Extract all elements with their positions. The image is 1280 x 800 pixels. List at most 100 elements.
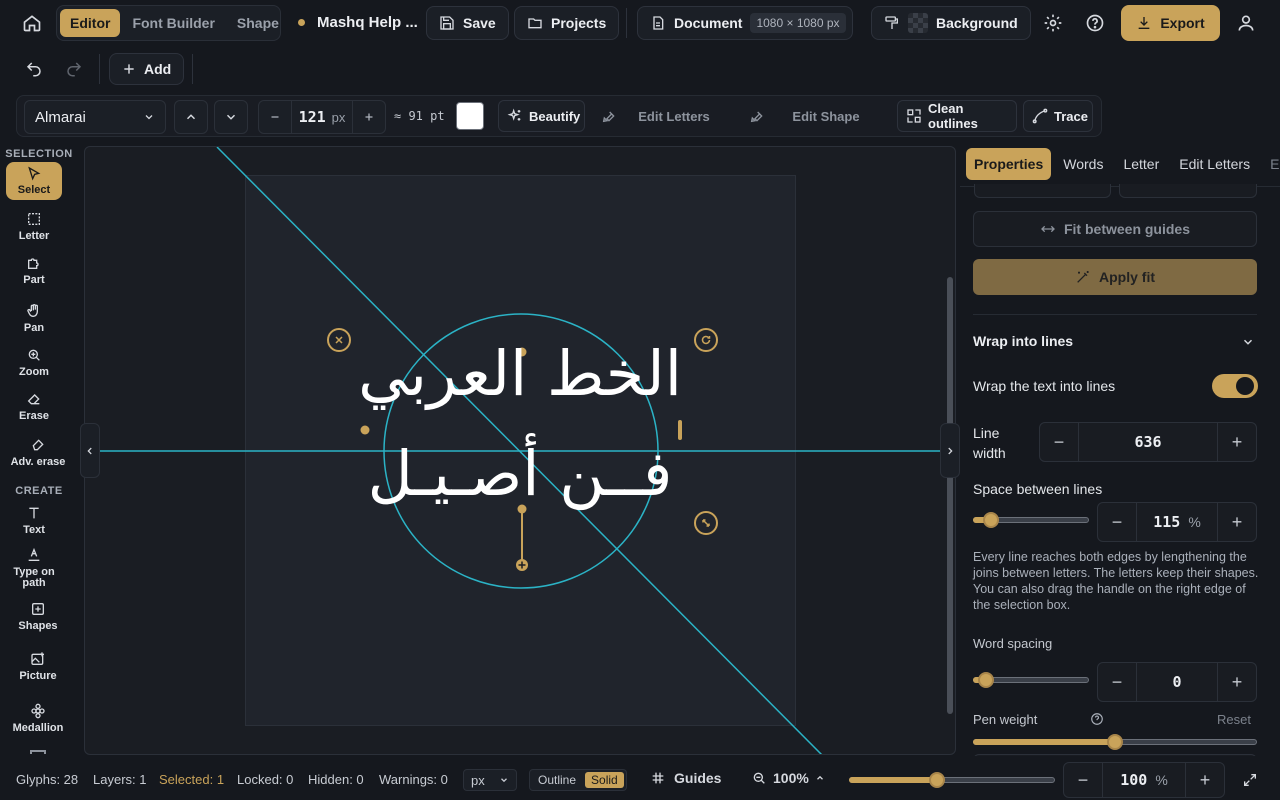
solid-option[interactable]: Solid — [585, 772, 624, 788]
zoom-field[interactable]: 100 % — [1102, 763, 1186, 797]
redo-icon[interactable] — [65, 60, 83, 78]
delete-selection-icon[interactable] — [327, 328, 351, 352]
tab-letter[interactable]: Letter — [1115, 148, 1167, 180]
text-color-swatch[interactable] — [456, 102, 484, 130]
plus-icon[interactable]: + — [1218, 423, 1256, 461]
document-icon — [650, 15, 666, 31]
chevron-down-icon[interactable] — [214, 100, 248, 134]
tab-edit[interactable]: Edit — [1262, 148, 1280, 180]
word-spacing-value[interactable]: 0 — [1136, 663, 1218, 701]
chevron-down-icon[interactable] — [1241, 335, 1255, 349]
add-button[interactable]: Add — [109, 53, 185, 85]
undo-icon[interactable] — [25, 60, 43, 78]
minus-icon[interactable] — [259, 101, 291, 133]
canvas[interactable]: الخط العربي فــن أصـيـل — [84, 146, 956, 755]
home-icon[interactable] — [22, 13, 42, 33]
shapes-tool[interactable]: Shapes — [4, 600, 72, 632]
tab-words[interactable]: Words — [1055, 148, 1111, 180]
zoom-slider[interactable] — [849, 772, 1055, 788]
minus-icon[interactable]: − — [1098, 503, 1136, 541]
arrows-horizontal-icon — [1040, 221, 1056, 237]
minus-icon[interactable]: − — [1040, 423, 1078, 461]
pan-tool[interactable]: Pan — [6, 302, 62, 334]
collapse-right-icon[interactable] — [940, 423, 960, 478]
slider-knob[interactable] — [983, 512, 999, 528]
apply-fit-button[interactable]: Apply fit — [973, 259, 1257, 295]
chevron-up-icon[interactable] — [174, 100, 208, 134]
space-between-field[interactable]: 115 % — [1136, 503, 1218, 541]
font-select[interactable]: Almarai — [24, 100, 166, 134]
tab-editor[interactable]: Editor — [60, 9, 121, 37]
settings-gear-icon[interactable] — [1043, 13, 1063, 33]
rotate-icon[interactable] — [694, 328, 718, 352]
chevron-down-icon — [143, 111, 155, 123]
tab-edit-letters[interactable]: Edit Letters — [1171, 148, 1258, 180]
trace-button[interactable]: Trace — [1023, 100, 1093, 132]
tab-shape-builder[interactable]: Shape Builder — [227, 9, 280, 37]
guides-label: Guides — [674, 770, 722, 786]
image-plus-icon — [30, 650, 46, 668]
export-button[interactable]: Export — [1121, 5, 1220, 41]
wrap-toggle[interactable] — [1212, 374, 1258, 398]
document-button[interactable]: Document 1080 × 1080 px — [637, 6, 853, 40]
medallion-tool[interactable]: Medallion — [2, 702, 74, 734]
guides-button[interactable]: Guides — [650, 770, 721, 786]
space-between-slider[interactable] — [973, 512, 1089, 528]
edit-letters-button[interactable]: Edit Letters — [593, 100, 733, 132]
project-title[interactable]: Mashq Help ... — [317, 14, 418, 31]
pen-weight-reset[interactable]: Reset — [1217, 712, 1251, 727]
picture-tool[interactable]: Picture — [4, 650, 72, 682]
plus-icon[interactable]: + — [1186, 763, 1224, 797]
plus-icon[interactable] — [353, 101, 385, 133]
line-width-value[interactable]: 636 — [1078, 423, 1218, 461]
word-spacing-slider[interactable] — [973, 672, 1089, 688]
divider — [192, 54, 193, 84]
minus-icon[interactable]: − — [1064, 763, 1102, 797]
warnings-count: Warnings: 0 — [379, 772, 448, 787]
background-button[interactable]: Background — [871, 6, 1031, 40]
tab-font-builder[interactable]: Font Builder — [122, 9, 224, 37]
canvas-scrollbar[interactable] — [947, 277, 953, 714]
outline-option[interactable]: Outline — [533, 773, 581, 787]
slider-knob[interactable] — [1107, 734, 1123, 750]
erase-tool[interactable]: Erase — [6, 390, 62, 422]
adv-erase-tool[interactable]: Adv. erase — [4, 436, 72, 468]
projects-button[interactable]: Projects — [514, 6, 620, 40]
wrap-section-title[interactable]: Wrap into lines — [973, 333, 1073, 349]
calligraphy-line-2[interactable]: فــن أصـيـل — [355, 439, 685, 509]
unit-select[interactable]: px — [463, 769, 517, 791]
letter-tool[interactable]: Letter — [6, 210, 62, 242]
fit-screen-icon[interactable] — [1242, 772, 1258, 788]
user-icon[interactable] — [1236, 13, 1256, 33]
help-icon[interactable] — [1090, 712, 1104, 726]
properties-panel: Properties Words Letter Edit Letters Edi… — [960, 142, 1280, 756]
type-on-path-tool[interactable]: Type on path — [6, 546, 62, 589]
minus-icon[interactable]: − — [1098, 663, 1136, 701]
help-icon[interactable] — [1085, 13, 1105, 33]
part-tool[interactable]: Part — [6, 254, 62, 286]
resize-icon[interactable] — [694, 511, 718, 535]
slider-knob[interactable] — [929, 772, 945, 788]
collapse-left-icon[interactable] — [80, 423, 100, 478]
font-size-field[interactable]: 121 px — [291, 101, 353, 133]
plus-icon[interactable]: + — [1218, 663, 1256, 701]
fit-between-guides-button[interactable]: Fit between guides — [973, 211, 1257, 247]
hash-grid-icon — [650, 770, 666, 786]
slider-knob[interactable] — [978, 672, 994, 688]
pen-weight-slider[interactable] — [973, 734, 1257, 750]
text-tool[interactable]: Text — [6, 504, 62, 536]
clean-outlines-button[interactable]: Clean outlines — [897, 100, 1017, 132]
plus-icon[interactable]: + — [1218, 503, 1256, 541]
zoom-tool[interactable]: Zoom — [6, 346, 62, 378]
tab-properties[interactable]: Properties — [966, 148, 1052, 180]
zoom-icon — [26, 346, 42, 364]
select-tool[interactable]: Select — [6, 162, 62, 200]
history-row: Add — [0, 46, 1280, 92]
beautify-button[interactable]: Beautify — [498, 100, 585, 132]
edit-shape-button[interactable]: Edit Shape — [741, 100, 889, 132]
pt-readout: ≈ 91 pt — [394, 109, 445, 123]
calligraphy-line-1[interactable]: الخط العربي — [355, 339, 685, 409]
save-button[interactable]: Save — [426, 6, 509, 40]
zoom-menu[interactable]: 100% — [751, 770, 825, 786]
hand-icon — [26, 302, 42, 320]
